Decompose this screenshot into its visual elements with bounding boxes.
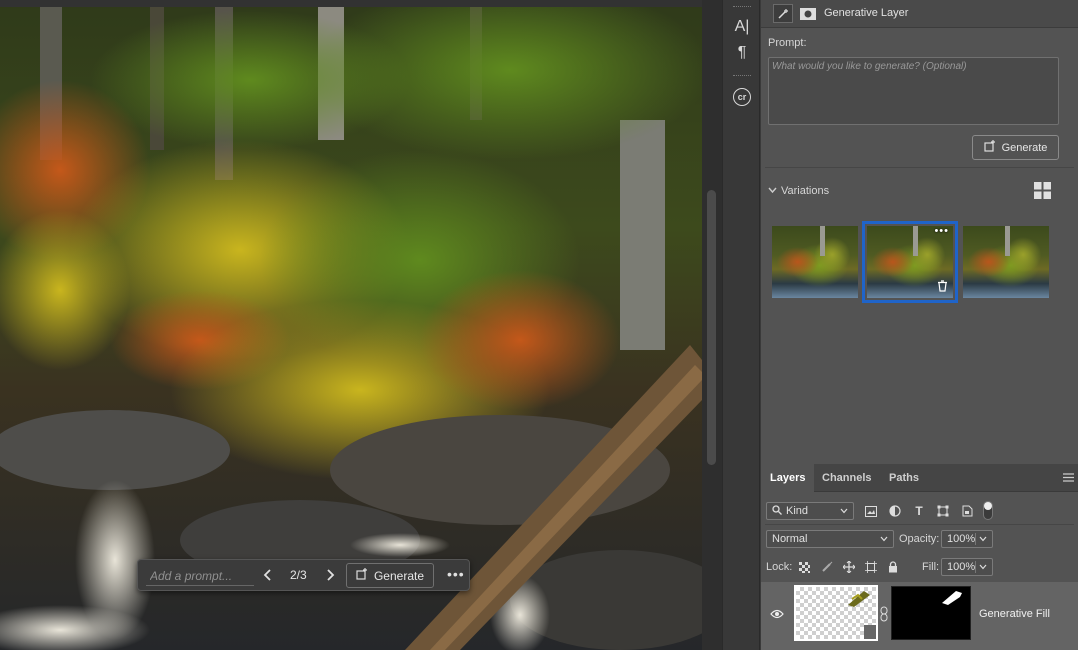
- content-credentials-icon[interactable]: cr: [730, 86, 754, 108]
- chevron-down-icon: [880, 533, 888, 545]
- filter-type-icon[interactable]: T: [911, 503, 927, 519]
- generate-label: Generate: [1001, 141, 1048, 154]
- panel-title: Generative Layer: [824, 7, 909, 19]
- layer-mask-thumbnail[interactable]: [891, 586, 971, 640]
- layer-thumbnail[interactable]: [794, 585, 878, 641]
- character-icon[interactable]: A|: [730, 16, 754, 38]
- fill-input[interactable]: 100%: [941, 558, 993, 576]
- filter-smart-object-icon[interactable]: [959, 503, 975, 519]
- variation-more-icon[interactable]: •••: [934, 226, 949, 237]
- blend-mode-value: Normal: [772, 533, 808, 545]
- generate-icon: [983, 140, 996, 155]
- more-options-icon[interactable]: •••: [447, 566, 465, 582]
- photo-forest-stream: [0, 0, 702, 650]
- chevron-down-icon: [840, 505, 848, 517]
- lock-position-icon[interactable]: [841, 559, 857, 575]
- generate-icon: [356, 568, 368, 583]
- variations-label: Variations: [781, 185, 830, 197]
- contextual-task-bar: 2/3 Generate •••: [137, 559, 470, 591]
- filter-adjustment-icon[interactable]: [887, 503, 903, 519]
- properties-panel: Generative Layer Prompt: Generate Variat…: [761, 0, 1078, 650]
- scrollbar-thumb[interactable]: [707, 190, 716, 465]
- paragraph-glyph: ¶: [737, 44, 747, 61]
- opacity-label: Opacity:: [899, 533, 940, 545]
- strip-grip-2[interactable]: [733, 75, 751, 77]
- layer-mask-icon[interactable]: [798, 4, 818, 23]
- divider: [765, 524, 1074, 525]
- variation-trunk: [1005, 226, 1010, 256]
- filter-toggle-switch[interactable]: [983, 501, 993, 520]
- canvas-vertical-scrollbar[interactable]: [702, 0, 722, 650]
- visibility-eye-icon[interactable]: [770, 609, 784, 622]
- canvas-top-edge: [0, 0, 702, 7]
- paragraph-icon[interactable]: ¶: [730, 42, 754, 64]
- variation-counter: 2/3: [290, 568, 307, 582]
- fill-value: 100%: [947, 561, 976, 573]
- divider: [765, 167, 1074, 168]
- layer-row-generative-fill[interactable]: Generative Fill: [761, 582, 1078, 650]
- filter-shape-icon[interactable]: [935, 503, 951, 519]
- filter-search-icon: [772, 504, 782, 518]
- blend-mode-select[interactable]: Normal: [766, 530, 894, 548]
- tab-paths[interactable]: Paths: [880, 464, 928, 492]
- strip-grip[interactable]: [733, 6, 751, 8]
- link-chain-icon[interactable]: [880, 606, 888, 625]
- next-variation-icon[interactable]: [325, 568, 335, 585]
- tab-layers[interactable]: Layers: [761, 464, 815, 492]
- chevron-down-icon[interactable]: [768, 185, 777, 197]
- fill-label: Fill:: [922, 561, 940, 573]
- variation-thumbnail-1[interactable]: [772, 226, 858, 298]
- lock-image-pixels-icon[interactable]: [819, 559, 835, 575]
- prompt-label: Prompt:: [768, 37, 807, 49]
- filter-kind-label: Kind: [786, 505, 809, 517]
- variation-image: [772, 226, 858, 298]
- filter-pixel-icon[interactable]: [863, 503, 879, 519]
- prompt-textarea[interactable]: [768, 57, 1059, 125]
- generative-fill-icon[interactable]: [773, 4, 793, 23]
- grid-view-icon[interactable]: [1034, 182, 1051, 202]
- layer-name[interactable]: Generative Fill: [979, 608, 1050, 620]
- opacity-value: 100%: [947, 533, 976, 545]
- filter-toggle-knob: [984, 502, 992, 510]
- chevron-down-icon[interactable]: [975, 533, 987, 545]
- variation-trunk: [820, 226, 825, 256]
- opacity-input[interactable]: 100%: [941, 530, 993, 548]
- content-credentials-glyph: cr: [733, 88, 751, 106]
- previous-variation-icon[interactable]: [263, 568, 273, 585]
- trash-icon[interactable]: [937, 280, 948, 295]
- context-prompt-input[interactable]: [146, 566, 254, 586]
- variation-trunk: [913, 226, 918, 256]
- lock-label: Lock:: [766, 561, 793, 573]
- tab-channels[interactable]: Channels: [813, 464, 881, 492]
- lock-artboard-icon[interactable]: [863, 559, 879, 575]
- mask-shape: [942, 591, 962, 605]
- layer-filter-select[interactable]: Kind: [766, 502, 854, 520]
- lock-transparent-pixels-icon[interactable]: [796, 559, 812, 575]
- panel-icon-strip: A| ¶ cr: [722, 0, 760, 650]
- chevron-down-icon[interactable]: [975, 561, 987, 573]
- document-canvas[interactable]: 2/3 Generate •••: [0, 0, 702, 650]
- context-generate-label: Generate: [373, 568, 425, 583]
- lock-all-icon[interactable]: [885, 559, 901, 575]
- layer-thumbnail-art: [848, 591, 876, 639]
- generative-layer-header: Generative Layer: [761, 0, 1078, 28]
- context-generate-button[interactable]: Generate: [346, 563, 434, 588]
- panel-menu-icon[interactable]: [1063, 473, 1074, 485]
- layers-panel-tabs: Layers Channels Paths: [761, 464, 1078, 492]
- generate-button[interactable]: Generate: [972, 135, 1059, 160]
- variation-thumbnail-3[interactable]: [963, 226, 1049, 298]
- character-glyph: A|: [734, 18, 750, 35]
- variation-thumbnail-2-selected[interactable]: •••: [862, 221, 958, 303]
